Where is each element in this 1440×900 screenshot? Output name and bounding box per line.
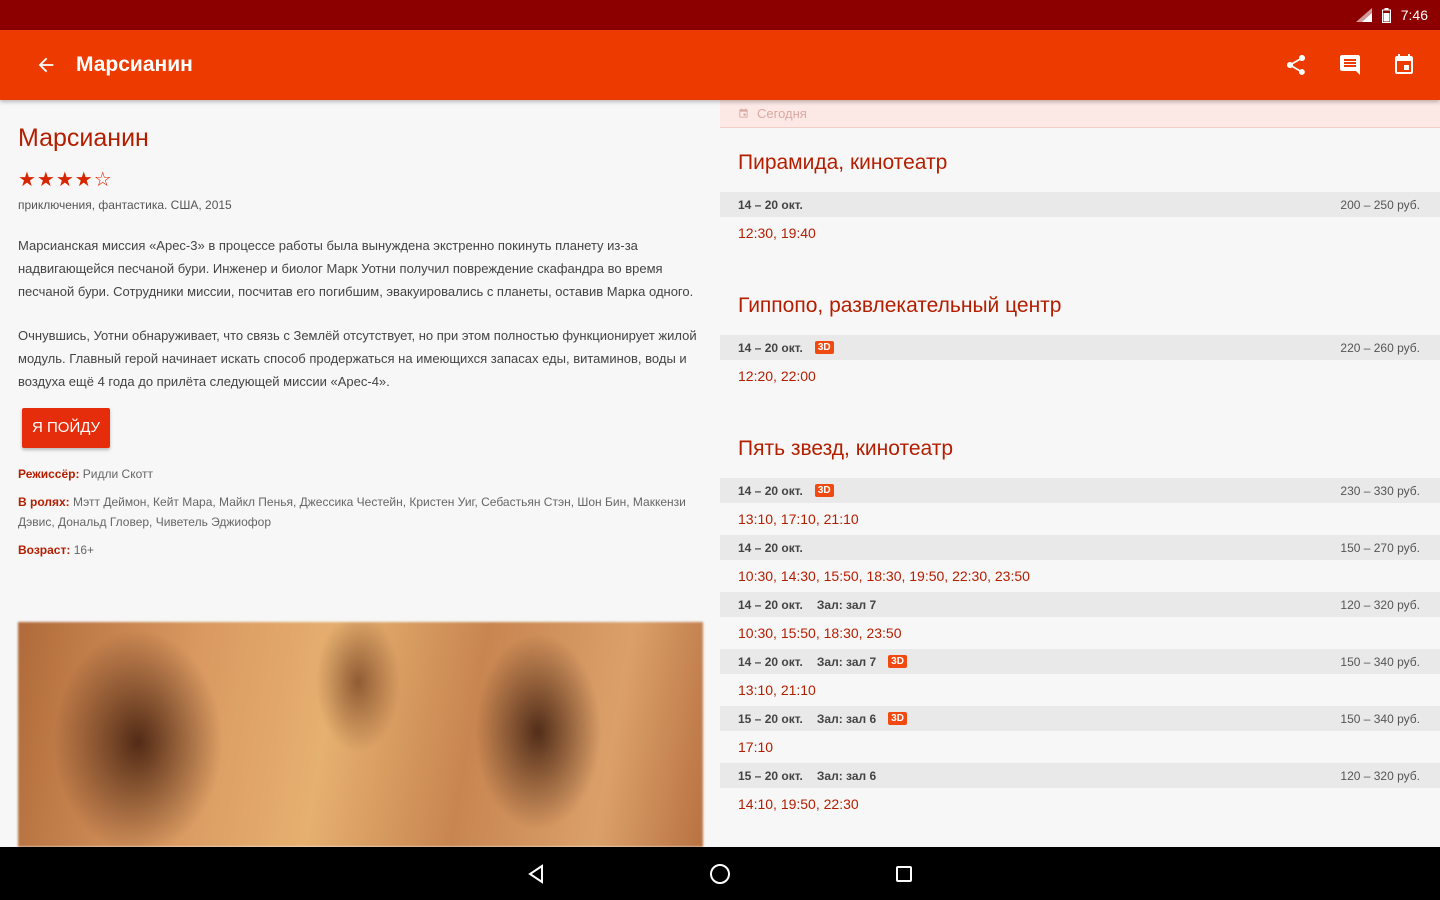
format-badge: 3D — [888, 712, 907, 725]
session-row: 14 – 20 окт. 150 – 270 руб. — [720, 535, 1440, 560]
session-times[interactable]: 13:10, 17:10, 21:10 — [720, 503, 1440, 535]
session-dates: 15 – 20 окт. — [738, 768, 803, 783]
status-bar: 7:46 — [0, 0, 1440, 30]
app-bar-title: Марсианин — [76, 53, 193, 76]
arrow-left-icon — [38, 57, 54, 73]
nav-home-button[interactable] — [698, 852, 742, 896]
rating-stars: ★★★★☆ — [18, 169, 113, 191]
going-button[interactable]: Я ПОЙДУ — [22, 408, 111, 448]
session-times[interactable]: 14:10, 19:50, 22:30 — [720, 788, 1440, 820]
session-times[interactable]: 13:10, 21:10 — [720, 674, 1440, 706]
session-times[interactable]: 17:10 — [720, 731, 1440, 763]
nav-back-icon — [528, 863, 543, 884]
navigation-bar — [0, 847, 1440, 900]
session-price: 150 – 340 руб. — [1340, 711, 1420, 726]
movie-title: Марсианин — [18, 124, 149, 152]
age-value: 16+ — [73, 543, 95, 557]
age-key: Возраст: — [18, 543, 71, 557]
session-dates: 14 – 20 окт. — [738, 540, 803, 555]
share-icon — [1287, 55, 1305, 75]
session-hall: Зал: зал 6 — [816, 768, 877, 783]
session-row: 14 – 20 окт. 3D 230 – 330 руб. — [720, 478, 1440, 503]
session-hall: Зал: зал 7 — [816, 654, 877, 669]
movie-genre: приключения, фантастика. США, 2015 — [18, 198, 232, 212]
session-price: 220 – 260 руб. — [1340, 340, 1420, 355]
session-price: 150 – 340 руб. — [1340, 654, 1420, 669]
format-badge: 3D — [814, 484, 834, 497]
cinema-name[interactable]: Пять звезд, кинотеатр — [720, 434, 1440, 464]
signal-icon — [1355, 8, 1372, 22]
session-row: 15 – 20 окт. Зал: зал 6 3D 150 – 340 руб. — [720, 706, 1440, 731]
movie-details-pane: Марсианин ★★★★☆ приключения, фантастика.… — [0, 100, 720, 847]
session-dates: 14 – 20 окт. — [738, 597, 803, 612]
session-price: 230 – 330 руб. — [1340, 483, 1420, 498]
session-dates: 14 – 20 окт. — [738, 654, 803, 669]
comment-icon — [1340, 55, 1360, 75]
share-button[interactable] — [1274, 43, 1318, 87]
comment-button[interactable] — [1328, 43, 1372, 87]
director-key: Режиссёр: — [18, 467, 80, 481]
session-dates: 15 – 20 окт. — [738, 711, 803, 726]
session-row: 14 – 20 окт. Зал: зал 7 3D 150 – 340 руб. — [720, 649, 1440, 674]
session-price: 120 – 320 руб. — [1340, 597, 1420, 612]
session-hall: Зал: зал 6 — [816, 711, 877, 726]
session-dates: 14 – 20 окт. — [738, 340, 803, 355]
battery-icon — [1381, 7, 1391, 23]
date-selector[interactable]: Сегодня — [720, 100, 1440, 128]
session-row: 14 – 20 окт. 3D 220 – 260 руб. — [720, 335, 1440, 360]
session-row: 14 – 20 окт. 200 – 250 руб. — [720, 192, 1440, 217]
cast-value: Мэтт Деймон, Кейт Мара, Майкл Пенья, Дже… — [18, 495, 686, 529]
session-price: 200 – 250 руб. — [1340, 197, 1420, 212]
session-times[interactable]: 12:30, 19:40 — [720, 217, 1440, 249]
session-row: 15 – 20 окт. Зал: зал 6 120 – 320 руб. — [720, 763, 1440, 788]
age-line: Возраст: 16+ — [18, 540, 702, 560]
movie-meta: Режиссёр: Ридли Скотт В ролях: Мэтт Дейм… — [18, 464, 702, 560]
session-price: 120 – 320 руб. — [1340, 768, 1420, 783]
session-dates: 14 – 20 окт. — [738, 483, 803, 498]
session-hall: Зал: зал 7 — [816, 597, 877, 612]
description-paragraph-2: Очнувшись, Уотни обнаруживает, что связь… — [18, 328, 697, 389]
movie-poster-image[interactable] — [18, 622, 703, 847]
nav-recents-button[interactable] — [882, 852, 926, 896]
cinema-name[interactable]: Пирамида, кинотеатр — [720, 148, 1440, 178]
session-row: 14 – 20 окт. Зал: зал 7 120 – 320 руб. — [720, 592, 1440, 617]
format-badge: 3D — [814, 341, 834, 354]
nav-home-icon — [710, 863, 730, 884]
cinema-section: Пять звезд, кинотеатр 14 – 20 окт. 3D 230 –… — [720, 434, 1440, 820]
cinema-list: Пирамида, кинотеатр 14 – 20 окт. 200 – 250… — [720, 148, 1440, 820]
movie-description: Марсианская миссия «Арес-3» в процессе р… — [18, 234, 702, 393]
date-selector-label: Сегодня — [757, 106, 807, 121]
cast-line: В ролях: Мэтт Деймон, Кейт Мара, Майкл П… — [18, 492, 702, 532]
status-time: 7:46 — [1400, 7, 1428, 23]
schedule-pane: Сегодня Пирамида, кинотеатр 14 – 20 окт. 2… — [720, 100, 1440, 847]
app-bar: Марсианин — [0, 30, 1440, 100]
director-value: Ридли Скотт — [82, 467, 153, 481]
calendar-small-icon — [739, 108, 748, 118]
session-times[interactable]: 10:30, 14:30, 15:50, 18:30, 19:50, 22:30… — [720, 560, 1440, 592]
cinema-section: Гиппопо, развлекательный центр 14 – 20 ок… — [720, 291, 1440, 392]
cinema-section: Пирамида, кинотеатр 14 – 20 окт. 200 – 250… — [720, 148, 1440, 249]
back-button[interactable] — [24, 43, 68, 87]
session-times[interactable]: 12:20, 22:00 — [720, 360, 1440, 392]
calendar-icon — [1395, 54, 1413, 74]
format-badge: 3D — [888, 655, 907, 668]
cast-key: В ролях: — [18, 495, 70, 509]
session-price: 150 – 270 руб. — [1340, 540, 1420, 555]
nav-back-button[interactable] — [514, 852, 558, 896]
nav-recents-icon — [896, 865, 912, 882]
director-line: Режиссёр: Ридли Скотт — [18, 464, 702, 484]
session-times[interactable]: 10:30, 15:50, 18:30, 23:50 — [720, 617, 1440, 649]
calendar-button[interactable] — [1382, 43, 1426, 87]
description-paragraph-1: Марсианская миссия «Арес-3» в процессе р… — [18, 238, 694, 299]
session-dates: 14 – 20 окт. — [738, 197, 803, 212]
cinema-name[interactable]: Гиппопо, развлекательный центр — [720, 291, 1440, 321]
